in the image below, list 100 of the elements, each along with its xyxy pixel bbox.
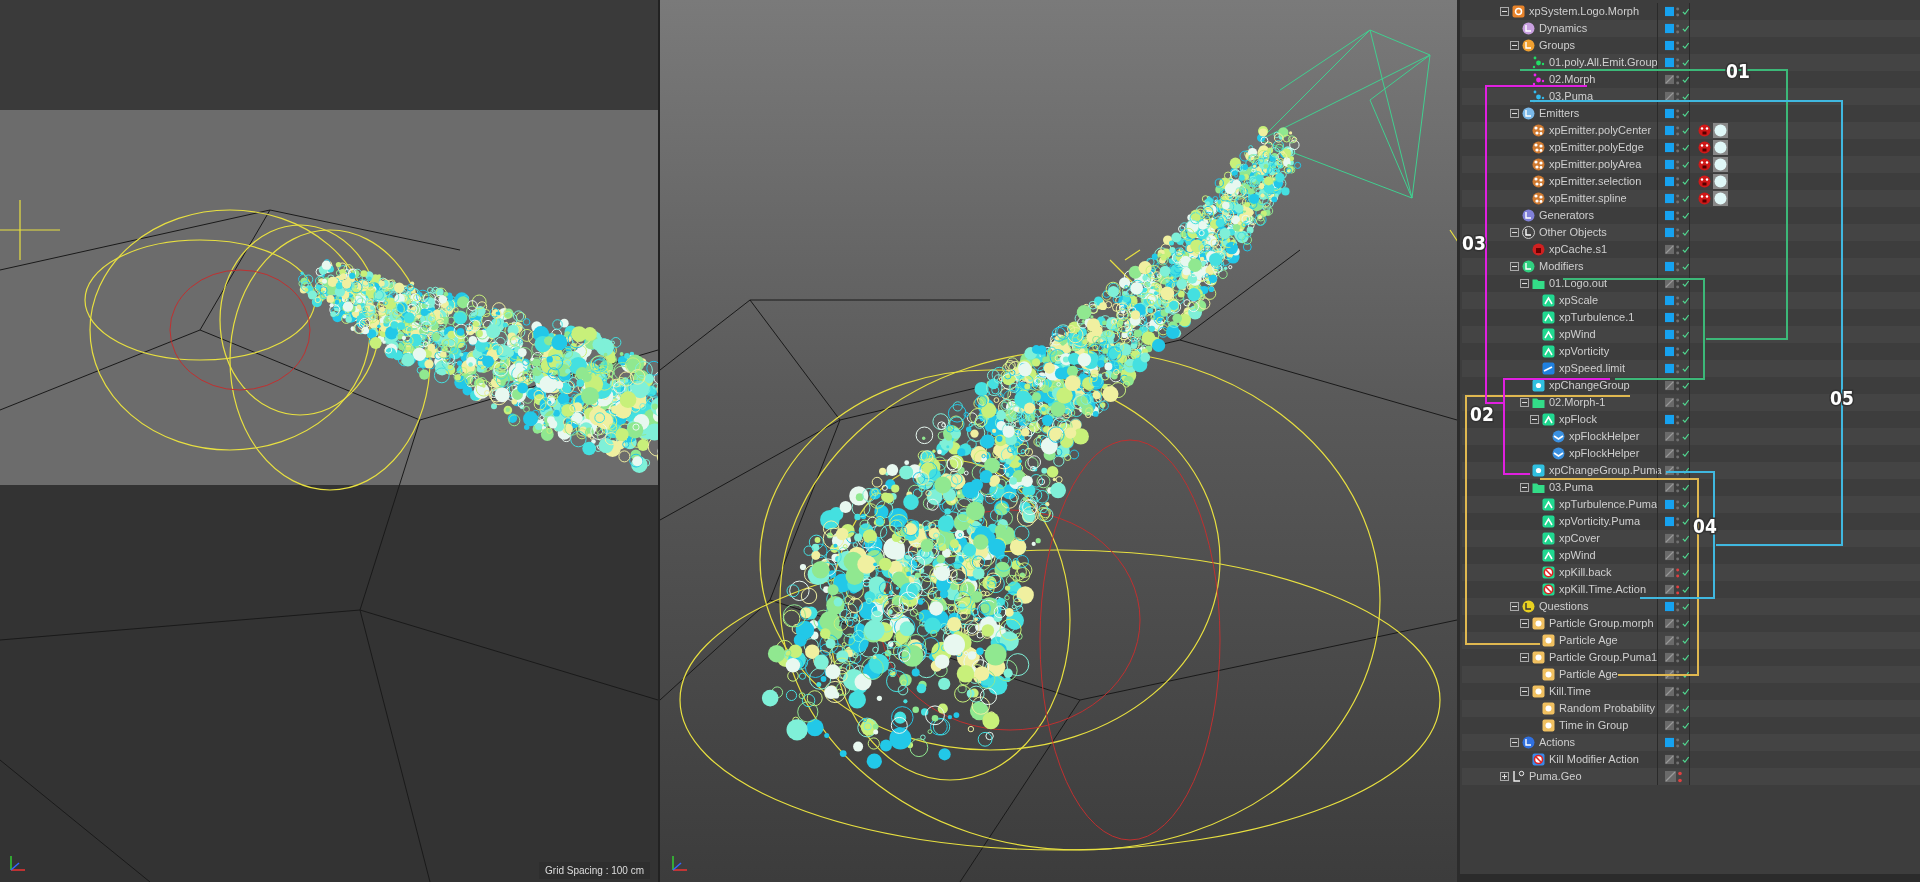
layer-toggle[interactable] [1665,142,1675,153]
layer-toggle[interactable] [1665,737,1675,748]
object-name[interactable]: xpWind [1559,547,1596,564]
expander-icon[interactable] [1510,41,1519,50]
check-icon[interactable] [1681,636,1689,645]
expander-icon[interactable] [1500,7,1509,16]
check-icon[interactable] [1681,194,1689,203]
expander-icon[interactable] [1510,109,1519,118]
layer-toggle[interactable] [1665,516,1675,527]
object-name[interactable]: Puma.Geo [1529,768,1582,785]
object-name[interactable]: xpScale [1559,292,1599,309]
object-name[interactable]: 02.Morph-1 [1549,394,1606,411]
check-icon[interactable] [1681,602,1689,611]
layer-toggle[interactable] [1665,176,1675,187]
object-name[interactable]: 03.Puma [1549,479,1594,496]
check-icon[interactable] [1681,41,1689,50]
check-icon[interactable] [1681,398,1689,407]
layer-toggle[interactable] [1665,159,1675,170]
check-icon[interactable] [1681,211,1689,220]
visibility-dots[interactable] [1676,566,1680,579]
layer-toggle[interactable] [1665,40,1675,51]
expander-icon[interactable] [1500,772,1509,781]
check-icon[interactable] [1681,653,1689,662]
hatched-toggle[interactable] [1665,669,1675,680]
layer-toggle[interactable] [1665,210,1675,221]
layer-toggle[interactable] [1665,193,1675,204]
hatched-toggle[interactable] [1665,397,1675,408]
object-name[interactable]: Particle Group.Puma1 [1549,649,1658,666]
hatched-toggle[interactable] [1665,771,1676,782]
object-name[interactable]: xpKill.Time.Action [1559,581,1646,598]
object-name[interactable]: Emitters [1539,105,1580,122]
check-icon[interactable] [1681,738,1689,747]
check-icon[interactable] [1681,483,1689,492]
hatched-toggle[interactable] [1665,703,1675,714]
check-icon[interactable] [1681,228,1689,237]
hatched-toggle[interactable] [1665,635,1675,646]
object-name[interactable]: xpFlockHelper [1569,445,1640,462]
object-name[interactable]: xpEmitter.polyEdge [1549,139,1644,156]
object-name[interactable]: Particle Group.morph [1549,615,1654,632]
object-name[interactable]: xpCache.s1 [1549,241,1608,258]
object-name[interactable]: Kill Modifier Action [1549,751,1639,768]
visibility-dots[interactable] [1678,770,1682,783]
check-icon[interactable] [1681,177,1689,186]
check-icon[interactable] [1681,24,1689,33]
check-icon[interactable] [1681,755,1689,764]
hatched-toggle[interactable] [1665,465,1675,476]
object-name[interactable]: Particle Age [1559,666,1618,683]
check-icon[interactable] [1681,245,1689,254]
layer-toggle[interactable] [1665,363,1675,374]
object-name[interactable]: xpEmitter.spline [1549,190,1627,207]
object-name[interactable]: Dynamics [1539,20,1588,37]
hatched-toggle[interactable] [1665,720,1675,731]
object-name[interactable]: Actions [1539,734,1576,751]
expander-icon[interactable] [1510,738,1519,747]
visibility-dots[interactable] [1676,583,1680,596]
expander-icon[interactable] [1520,483,1529,492]
layer-toggle[interactable] [1665,414,1675,425]
hatched-toggle[interactable] [1665,754,1675,765]
check-icon[interactable] [1681,381,1689,390]
check-icon[interactable] [1681,7,1689,16]
layer-toggle[interactable] [1665,57,1675,68]
hatched-toggle[interactable] [1665,380,1675,391]
expander-icon[interactable] [1520,279,1529,288]
check-icon[interactable] [1681,585,1689,594]
check-icon[interactable] [1681,568,1689,577]
object-name[interactable]: Time in Group [1559,717,1629,734]
check-icon[interactable] [1681,449,1689,458]
layer-toggle[interactable] [1665,227,1675,238]
object-name[interactable]: xpVorticity.Puma [1559,513,1641,530]
object-name[interactable]: 03.Puma [1549,88,1594,105]
object-name[interactable]: Questions [1539,598,1589,615]
check-icon[interactable] [1681,364,1689,373]
check-icon[interactable] [1681,58,1689,67]
object-name[interactable]: Other Objects [1539,224,1607,241]
hatched-toggle[interactable] [1665,567,1675,578]
object-name[interactable]: xpEmitter.selection [1549,173,1642,190]
expander-icon[interactable] [1520,687,1529,696]
expander-icon[interactable] [1530,415,1539,424]
layer-toggle[interactable] [1665,6,1675,17]
object-name[interactable]: xpWind [1559,326,1596,343]
check-icon[interactable] [1681,551,1689,560]
check-icon[interactable] [1681,313,1689,322]
check-icon[interactable] [1681,432,1689,441]
hatched-toggle[interactable] [1665,482,1675,493]
hatched-toggle[interactable] [1665,74,1675,85]
object-name[interactable]: Groups [1539,37,1576,54]
check-icon[interactable] [1681,330,1689,339]
object-name[interactable]: xpChangeGroup [1549,377,1630,394]
object-name[interactable]: xpCover [1559,530,1600,547]
check-icon[interactable] [1681,160,1689,169]
object-name[interactable]: 02.Morph [1549,71,1596,88]
hatched-toggle[interactable] [1665,533,1675,544]
expander-icon[interactable] [1510,602,1519,611]
object-name[interactable]: xpTurbulence.1 [1559,309,1635,326]
hatched-toggle[interactable] [1665,584,1675,595]
expander-icon[interactable] [1510,228,1519,237]
check-icon[interactable] [1681,75,1689,84]
check-icon[interactable] [1681,466,1689,475]
check-icon[interactable] [1681,534,1689,543]
layer-toggle[interactable] [1665,125,1675,136]
